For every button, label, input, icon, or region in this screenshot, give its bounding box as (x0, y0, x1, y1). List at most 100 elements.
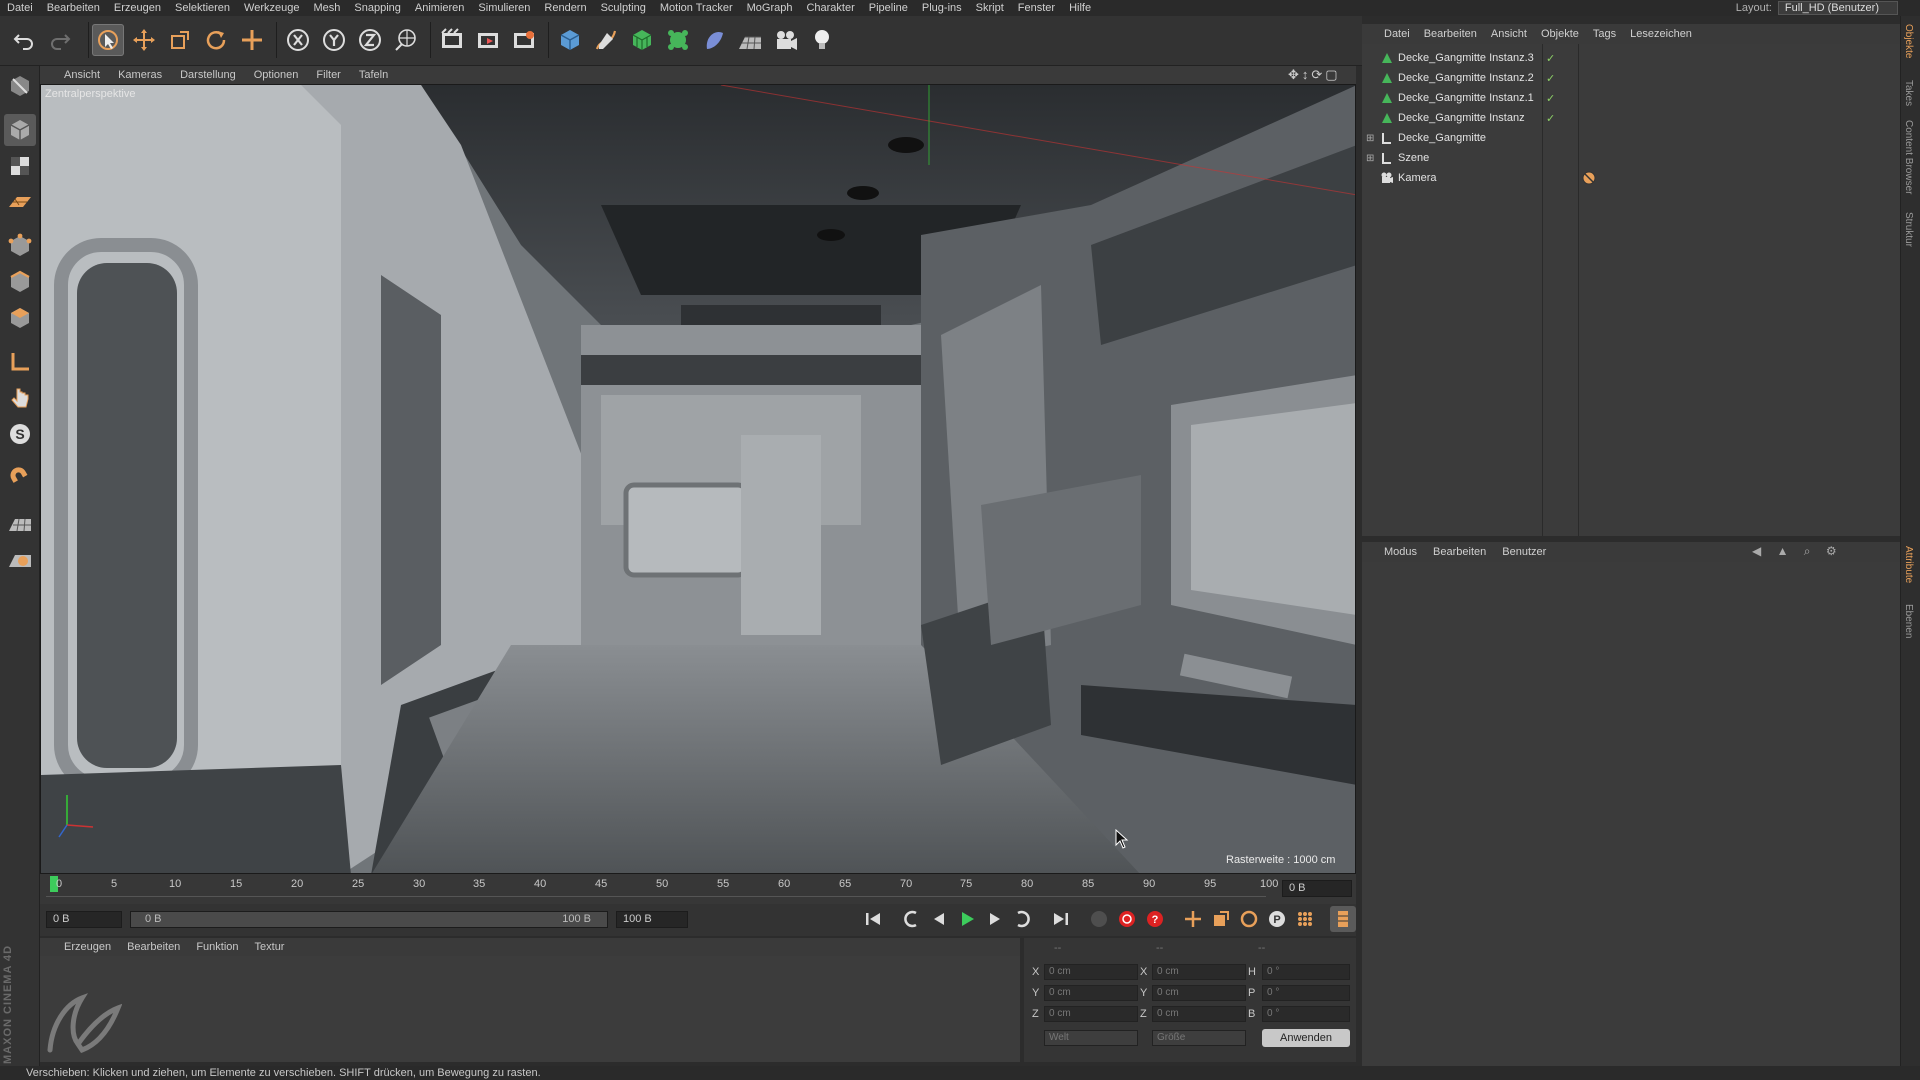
texture-mode-icon[interactable] (4, 150, 36, 182)
object-name[interactable]: Decke_Gangmitte (1398, 132, 1486, 144)
object-row[interactable]: Decke_Gangmitte Instanz ✓ (1362, 108, 1900, 128)
material-menu-textur[interactable]: Textur (247, 941, 293, 953)
prev-key-icon[interactable] (898, 906, 924, 932)
next-key-icon[interactable] (1010, 906, 1036, 932)
menu-mesh[interactable]: Mesh (306, 2, 347, 14)
start-frame-field[interactable]: 0 B (46, 911, 122, 928)
apply-button[interactable]: Anwenden (1262, 1029, 1350, 1047)
viewport-menu-tafeln[interactable]: Tafeln (350, 69, 397, 81)
z-axis-icon[interactable] (354, 24, 386, 56)
grid-snap-icon[interactable] (4, 506, 36, 538)
object-name[interactable]: Kamera (1398, 172, 1437, 184)
enabled-check-icon[interactable]: ✓ (1546, 112, 1555, 125)
render-settings-icon[interactable] (508, 24, 540, 56)
pos-z-field[interactable]: 0 cm (1044, 1006, 1138, 1022)
tab-struktur[interactable]: Struktur (1903, 212, 1914, 247)
menu-fenster[interactable]: Fenster (1011, 2, 1062, 14)
attribute-nav-icons[interactable]: ◀ ▲ ⌕ ⚙ (1752, 544, 1843, 559)
menu-hilfe[interactable]: Hilfe (1062, 2, 1098, 14)
menu-skript[interactable]: Skript (969, 2, 1011, 14)
next-frame-icon[interactable] (982, 906, 1008, 932)
menu-mograph[interactable]: MoGraph (740, 2, 800, 14)
model-mode-icon[interactable] (4, 114, 36, 146)
tab-objekte[interactable]: Objekte (1903, 24, 1914, 58)
magnet-icon[interactable] (4, 462, 36, 494)
tab-content-browser[interactable]: Content Browser (1903, 120, 1914, 194)
make-editable-icon[interactable] (4, 70, 36, 102)
object-row[interactable]: ⊞ Decke_Gangmitte (1362, 128, 1900, 148)
polygons-mode-icon[interactable] (4, 302, 36, 334)
tab-ebenen[interactable]: Ebenen (1903, 604, 1914, 638)
spline-pen-icon[interactable] (590, 24, 622, 56)
pos-x-field[interactable]: 0 cm (1044, 964, 1138, 980)
cloner-icon[interactable] (662, 24, 694, 56)
world-coords-icon[interactable] (390, 24, 422, 56)
move-icon[interactable] (128, 24, 160, 56)
goto-start-icon[interactable] (860, 906, 886, 932)
size-mode-dropdown[interactable]: Größe (1152, 1030, 1246, 1046)
key-position-icon[interactable] (1180, 906, 1206, 932)
subdivision-icon[interactable] (626, 24, 658, 56)
object-name[interactable]: Decke_Gangmitte Instanz.2 (1398, 72, 1534, 84)
last-tool-icon[interactable] (236, 24, 268, 56)
key-rotation-icon[interactable] (1236, 906, 1262, 932)
record-off-icon[interactable] (1086, 906, 1112, 932)
viewport-menu-optionen[interactable]: Optionen (245, 69, 308, 81)
paint-icon[interactable] (4, 542, 36, 574)
tweak-icon[interactable] (4, 382, 36, 414)
key-pla-icon[interactable] (1292, 906, 1318, 932)
size-x-field[interactable]: 0 cm (1152, 964, 1246, 980)
obj-menu-datei[interactable]: Datei (1362, 28, 1417, 40)
x-axis-icon[interactable] (282, 24, 314, 56)
menu-selektieren[interactable]: Selektieren (168, 2, 237, 14)
obj-menu-lesezeichen[interactable]: Lesezeichen (1623, 28, 1699, 40)
menu-sculpting[interactable]: Sculpting (594, 2, 653, 14)
range-slider[interactable]: 0 B 100 B (130, 911, 608, 928)
menu-werkzeuge[interactable]: Werkzeuge (237, 2, 306, 14)
obj-menu-tags[interactable]: Tags (1586, 28, 1623, 40)
object-row[interactable]: Decke_Gangmitte Instanz.2 ✓ (1362, 68, 1900, 88)
current-frame-field[interactable]: 0 B (1282, 880, 1352, 897)
axis-mode-icon[interactable] (4, 346, 36, 378)
object-row[interactable]: Kamera (1362, 168, 1900, 188)
menu-rendern[interactable]: Rendern (537, 2, 593, 14)
obj-menu-objekte[interactable]: Objekte (1534, 28, 1586, 40)
render-view-icon[interactable] (436, 24, 468, 56)
attr-menu-benutzer[interactable]: Benutzer (1494, 546, 1554, 558)
key-scale-icon[interactable] (1208, 906, 1234, 932)
object-row[interactable]: Decke_Gangmitte Instanz.1 ✓ (1362, 88, 1900, 108)
cube-icon[interactable] (554, 24, 586, 56)
pos-y-field[interactable]: 0 cm (1044, 985, 1138, 1001)
expand-icon[interactable]: ⊞ (1366, 153, 1374, 164)
object-name[interactable]: Szene (1398, 152, 1429, 164)
viewport-menu-darstellung[interactable]: Darstellung (171, 69, 245, 81)
snap-icon[interactable]: S (4, 418, 36, 450)
attr-menu-bearbeiten[interactable]: Bearbeiten (1425, 546, 1494, 558)
scale-icon[interactable] (164, 24, 196, 56)
floor-icon[interactable] (734, 24, 766, 56)
viewport-menu-ansicht[interactable]: Ansicht (40, 69, 109, 81)
light-icon[interactable] (806, 24, 838, 56)
menu-datei[interactable]: Datei (0, 2, 40, 14)
rot-p-field[interactable]: 0 ° (1262, 985, 1350, 1001)
menu-snapping[interactable]: Snapping (347, 2, 408, 14)
viewport-menu-filter[interactable]: Filter (307, 69, 349, 81)
deformer-icon[interactable] (698, 24, 730, 56)
menu-charakter[interactable]: Charakter (799, 2, 861, 14)
material-area[interactable] (40, 956, 1020, 1062)
menu-bearbeiten[interactable]: Bearbeiten (40, 2, 107, 14)
menu-pipeline[interactable]: Pipeline (862, 2, 915, 14)
object-name[interactable]: Decke_Gangmitte Instanz (1398, 112, 1525, 124)
menu-motion-tracker[interactable]: Motion Tracker (653, 2, 740, 14)
undo-icon[interactable] (8, 24, 40, 56)
timeline-ruler[interactable]: 0 5 10 15 20 25 30 35 40 45 50 55 60 65 … (40, 874, 1356, 904)
object-name[interactable]: Decke_Gangmitte Instanz.1 (1398, 92, 1534, 104)
redo-icon[interactable] (44, 24, 76, 56)
object-row[interactable]: ⊞ Szene (1362, 148, 1900, 168)
object-name[interactable]: Decke_Gangmitte Instanz.3 (1398, 52, 1534, 64)
menu-animieren[interactable]: Animieren (408, 2, 472, 14)
tab-takes[interactable]: Takes (1903, 80, 1914, 106)
enabled-check-icon[interactable]: ✓ (1546, 72, 1555, 85)
coord-mode-dropdown[interactable]: Welt (1044, 1030, 1138, 1046)
viewport-menu-kameras[interactable]: Kameras (109, 69, 171, 81)
